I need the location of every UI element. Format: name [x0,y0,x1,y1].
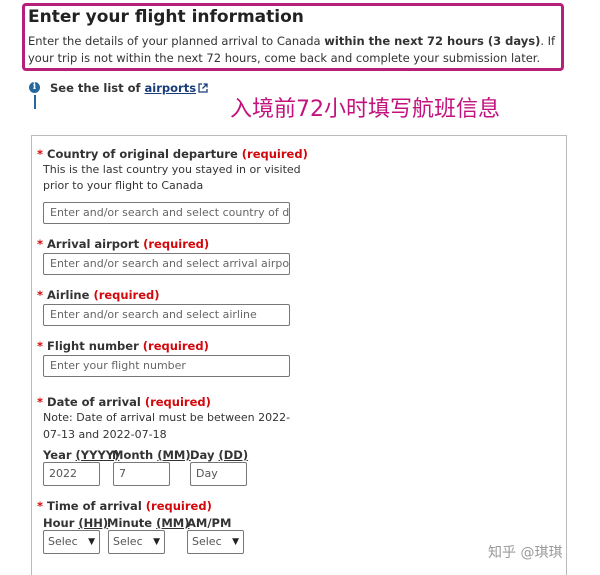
year-label-text: Year [43,448,72,462]
year-input[interactable]: 2022 [43,462,100,486]
time-label: * Time of arrival (required) [37,499,212,513]
month-label: Month (MM) [112,448,191,462]
required-asterisk: * [37,237,44,251]
date-label-text: Date of arrival [47,395,141,409]
page-title: Enter your flight information [28,7,304,27]
required-text: (required) [93,288,160,302]
country-input[interactable]: Enter and/or search and select country o… [43,202,290,224]
required-asterisk: * [37,395,44,409]
required-asterisk: * [37,339,44,353]
country-label-text: Country of original departure [47,147,238,161]
minute-select-value: Selec [113,535,143,548]
airport-label: * Arrival airport (required) [37,237,209,251]
day-label: Day (DD) [190,448,248,462]
minute-label: Minute (MM) [107,516,189,530]
required-text: (required) [142,339,209,353]
annotation-text: 入境前72小时填写航班信息 [230,97,500,122]
hour-select[interactable]: Selec ▼ [43,530,100,554]
time-label-text: Time of arrival [47,499,142,513]
date-note-2: 07-13 and 2022-07-18 [43,428,167,441]
ampm-select[interactable]: Selec ▼ [187,530,244,554]
minute-select[interactable]: Selec ▼ [108,530,165,554]
flight-number-label-text: Flight number [47,339,139,353]
required-text: (required) [143,237,210,251]
required-text: (required) [241,147,308,161]
chevron-down-icon: ▼ [153,537,160,547]
month-input[interactable]: 7 [113,462,170,486]
country-hint-2: prior to your flight to Canada [43,179,204,192]
hour-label-text: Hour [43,516,75,530]
intro-text-start: Enter the details of your planned arriva… [28,34,325,48]
airport-label-text: Arrival airport [47,237,140,251]
country-hint-1: This is the last country you stayed in o… [43,163,301,176]
flight-number-input[interactable]: Enter your flight number [43,355,290,377]
info-icon: i [29,82,40,93]
airline-label-text: Airline [47,288,90,302]
airport-input[interactable]: Enter and/or search and select arrival a… [43,253,290,275]
airline-input[interactable]: Enter and/or search and select airline [43,304,290,326]
month-label-text: Month [112,448,154,462]
chevron-down-icon: ▼ [88,537,95,547]
date-note-1: Note: Date of arrival must be between 20… [43,411,291,424]
required-asterisk: * [37,499,44,513]
see-airports-line: See the list of airports [50,81,208,95]
ampm-label: AM/PM [187,516,232,530]
date-label: * Date of arrival (required) [37,395,211,409]
country-label: * Country of original departure (require… [37,147,308,161]
day-format: (DD) [218,448,249,462]
watermark-text: 知乎 @琪琪 [488,545,563,561]
ampm-select-value: Selec [192,535,222,548]
day-label-text: Day [190,448,215,462]
intro-text: Enter the details of your planned arriva… [28,33,558,67]
hour-label: Hour (HH) [43,516,108,530]
minute-format: (MM) [156,516,190,530]
minute-label-text: Minute [107,516,153,530]
see-list-text: See the list of [50,81,145,95]
required-text: (required) [145,499,212,513]
external-link-icon[interactable] [198,83,208,93]
day-input[interactable]: Day [190,462,247,486]
required-asterisk: * [37,147,44,161]
hour-select-value: Selec [48,535,78,548]
airline-label: * Airline (required) [37,288,159,302]
required-text: (required) [144,395,211,409]
month-format: (MM) [157,448,191,462]
chevron-down-icon: ▼ [232,537,239,547]
required-asterisk: * [37,288,44,302]
flight-number-label: * Flight number (required) [37,339,209,353]
intro-text-bold: within the next 72 hours (3 days) [324,34,541,48]
year-label: Year (YYYY) [43,448,119,462]
airports-link[interactable]: airports [145,81,197,95]
info-bar [34,95,36,109]
hour-format: (HH) [78,516,109,530]
